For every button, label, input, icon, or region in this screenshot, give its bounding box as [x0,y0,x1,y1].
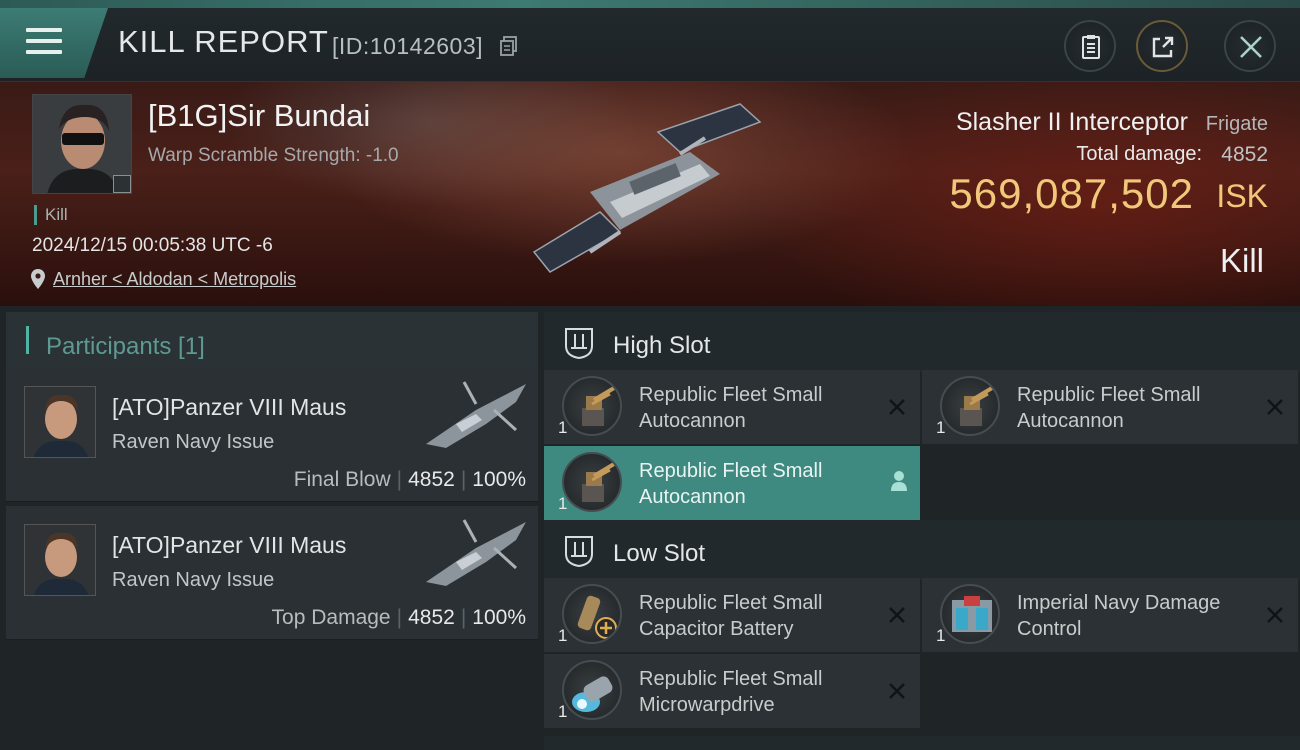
fitting-panel: High Slot 1 Republic Fleet Small Autocan… [540,306,1300,750]
high-slot-icon [565,328,593,360]
autocannon-icon [562,376,622,436]
participant-damage: 4852 [408,606,455,629]
header-bar: KILL REPORT [ID:10142603] [0,8,1300,82]
victim-ship-name[interactable]: Slasher II Interceptor [956,108,1188,137]
participant-percent: 100% [472,606,526,629]
module-quantity: 1 [936,418,946,437]
microwarpdrive-icon [562,660,622,720]
participant-ship: Raven Navy Issue [112,431,275,453]
user-icon [891,471,907,491]
kill-timestamp: 2024/12/15 00:05:38 UTC -6 [32,235,273,256]
close-button[interactable] [1224,20,1276,72]
destroyed-x-icon [889,683,905,699]
victim-ship-class: Frigate [1205,113,1268,135]
destroyed-x-icon [1267,607,1283,623]
isk-unit: ISK [1216,178,1268,214]
victim-avatar[interactable] [32,94,132,194]
participant-row[interactable]: [ATO]Panzer VIII Maus Raven Navy Issue T… [6,506,538,640]
module-name: Republic Fleet Small Microwarpdrive [639,668,823,716]
module-name: Republic Fleet Small Autocannon [639,384,823,432]
module-item-selected[interactable]: 1 Republic Fleet Small Autocannon [544,446,920,520]
participant-name: [ATO]Panzer VIII Maus [112,532,347,558]
module-quantity: 1 [558,626,568,645]
total-damage-value: 4852 [1221,143,1268,166]
participant-ship: Raven Navy Issue [112,569,275,591]
module-item[interactable]: 1 Republic Fleet Small Capacitor Battery [544,578,920,652]
share-button[interactable] [1136,20,1188,72]
participant-name: [ATO]Panzer VIII Maus [112,394,347,420]
module-quantity: 1 [558,418,568,437]
module-item[interactable]: 1 Republic Fleet Small Autocannon [922,370,1298,444]
high-slot-header: High Slot [544,312,1300,372]
close-icon [1240,36,1262,58]
low-slot-title: Low Slot [613,540,706,567]
destroyed-x-icon [889,399,905,415]
module-name: Republic Fleet Small Autocannon [1017,384,1201,432]
participants-header: Participants [1] [6,312,538,372]
warp-scramble-strength: Warp Scramble Strength: -1.0 [148,145,399,166]
avatar-tag-icon [113,175,131,193]
menu-button[interactable] [0,8,108,78]
module-name: Imperial Navy Damage Control [1017,592,1221,640]
victim-name[interactable]: [B1G]Sir Bundai [148,98,370,134]
participants-accent-bar [26,326,29,354]
kill-tag: Kill [34,205,68,225]
low-slot-header: Low Slot [544,520,1300,580]
participant-role: Final Blow [293,468,391,491]
top-accent-strip [0,0,1300,8]
participant-percent: 100% [472,468,526,491]
location-pin-icon [31,269,45,289]
destroyed-x-icon [889,607,905,623]
total-damage-label: Total damage: [1076,143,1202,165]
module-item[interactable]: 1 Imperial Navy Damage Control [922,578,1298,652]
participant-row[interactable]: [ATO]Panzer VIII Maus Raven Navy Issue F… [6,368,538,502]
location-link[interactable]: Arnher < Aldodan < Metropolis [53,269,296,290]
participant-avatar [24,386,96,458]
module-quantity: 1 [936,626,946,645]
result-label: Kill [1219,242,1264,279]
capacitor-battery-icon [562,584,622,644]
copy-icon[interactable] [500,36,518,56]
participant-ship-image [426,381,526,448]
participant-stats: Top Damage | 4852 | 100% [271,606,526,629]
clipboard-icon [1082,35,1100,59]
module-name: Republic Fleet Small Autocannon [639,460,823,508]
participant-ship-image [426,519,526,586]
clipboard-button[interactable] [1064,20,1116,72]
module-quantity: 1 [558,494,568,513]
participants-title: Participants [1] [46,333,205,360]
low-slot-icon [565,536,593,568]
destroyed-x-icon [1267,399,1283,415]
share-icon [1152,36,1174,58]
participant-damage: 4852 [408,468,455,491]
isk-value: 569,087,502 [949,170,1194,217]
participants-panel: Participants [1] [ATO]Panzer VIII Maus R… [0,306,540,750]
module-item[interactable]: 1 Republic Fleet Small Microwarpdrive [544,654,920,728]
module-quantity: 1 [558,702,568,721]
victim-ship-image [532,103,762,273]
damage-control-icon [940,584,1000,644]
page-title: KILL REPORT [118,24,329,59]
participant-role: Top Damage [271,606,391,629]
module-item[interactable]: 1 Republic Fleet Small Autocannon [544,370,920,444]
participant-stats: Final Blow | 4852 | 100% [293,468,526,491]
module-name: Republic Fleet Small Capacitor Battery [639,592,823,640]
next-slot-header-partial [544,736,1300,750]
autocannon-icon [940,376,1000,436]
victim-banner: [B1G]Sir Bundai Warp Scramble Strength: … [0,82,1300,306]
high-slot-title: High Slot [613,332,711,359]
autocannon-icon [562,452,622,512]
kill-id: [ID:10142603] [332,33,484,59]
menu-icon [26,28,62,58]
participant-avatar [24,524,96,596]
